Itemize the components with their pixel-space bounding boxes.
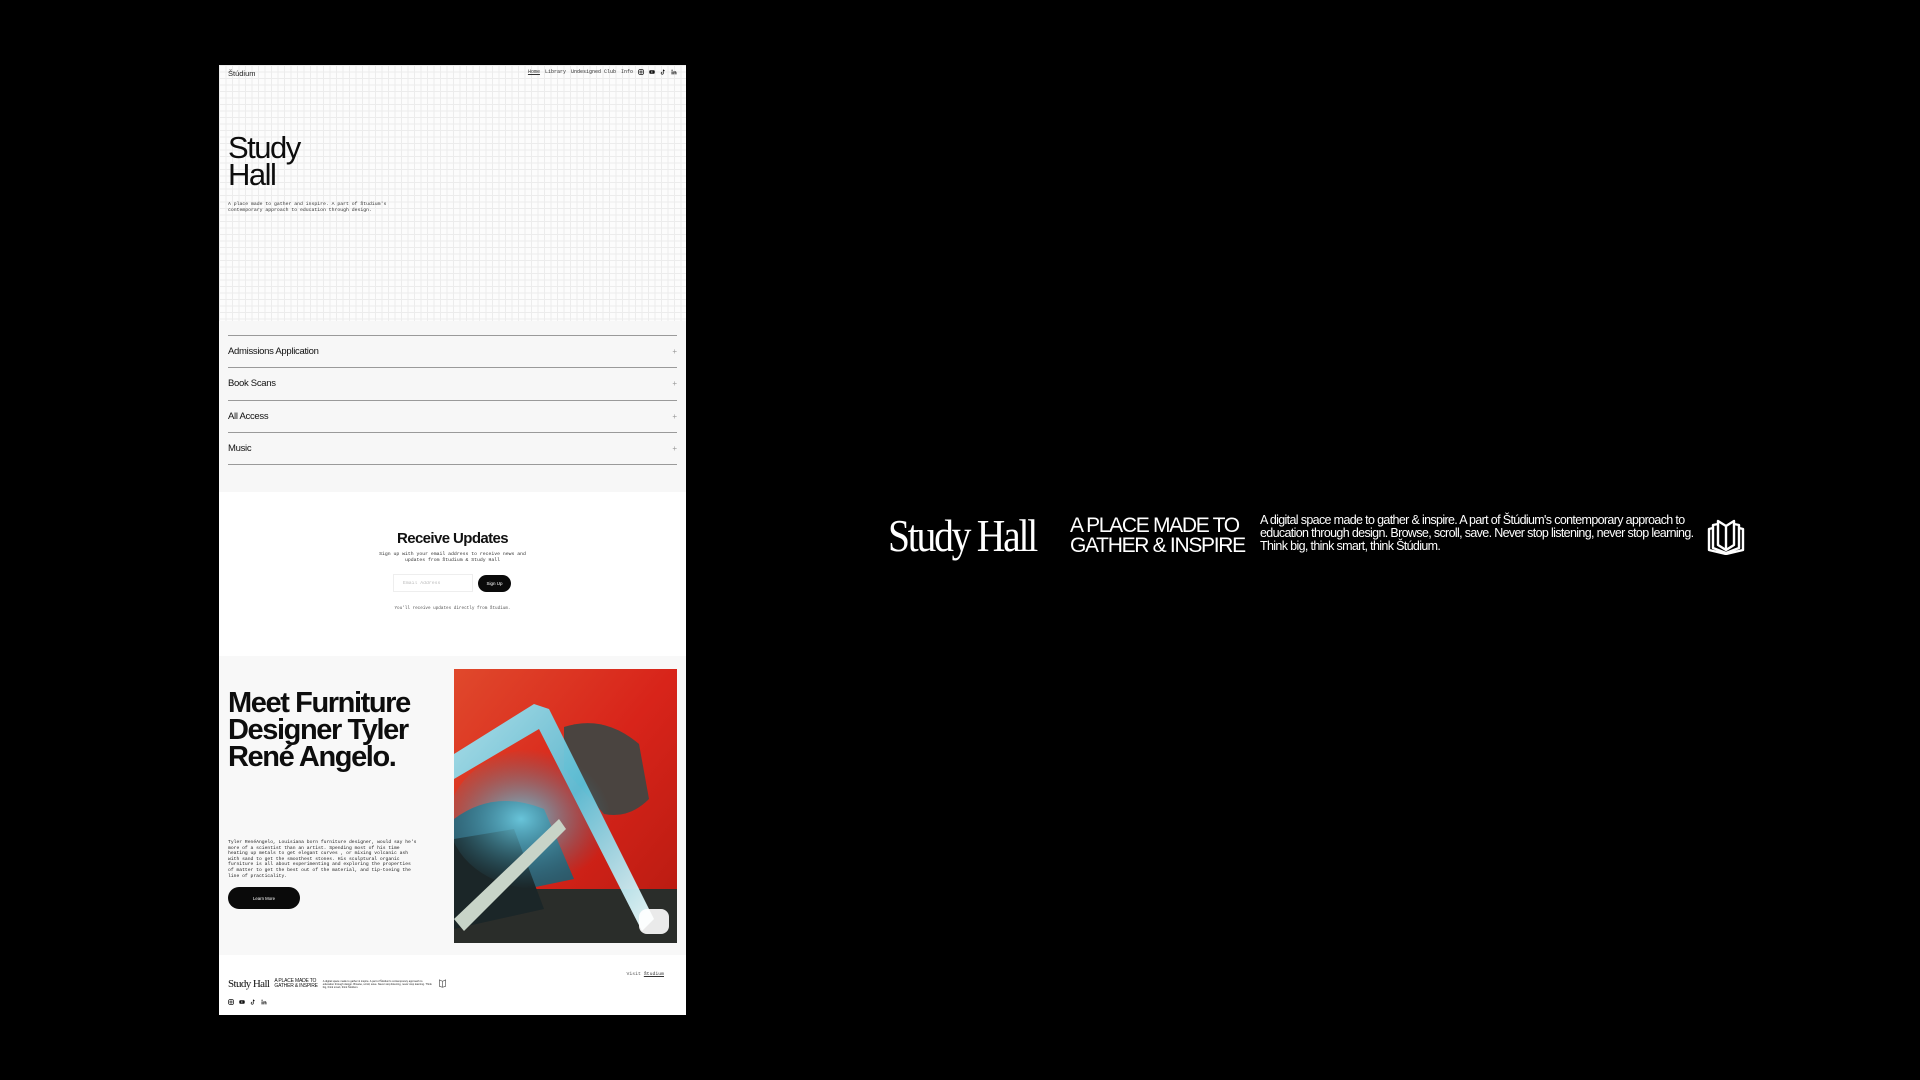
linkedin-icon[interactable] [671, 69, 677, 75]
tiktok-icon[interactable] [660, 69, 666, 75]
open-book-icon [1706, 517, 1746, 556]
accordion-label: Book Scans [228, 378, 276, 389]
accordion-label: Music [228, 443, 252, 454]
newsletter-section: Receive Updates Sign up with your email … [219, 492, 686, 656]
footer-social-links [228, 999, 267, 1005]
youtube-icon[interactable] [239, 999, 245, 1005]
hero-subtitle: A place made to gather and inspire. A pa… [228, 202, 387, 213]
visit-studium: Visit Študium [627, 972, 664, 977]
open-book-icon [438, 975, 447, 993]
accordion-item-book-scans[interactable]: Book Scans + [228, 367, 677, 399]
banner-description: A digital space made to gather & inspire… [1260, 513, 1694, 553]
banner-tagline-line2: GATHER & INSPIRE [1070, 534, 1246, 557]
feature-section: Meet Furniture Designer Tyler René Angel… [219, 656, 686, 955]
email-input[interactable] [393, 574, 473, 592]
accordion-divider [228, 464, 677, 465]
hero-section: Štúdium Home Library Undesigned Club Inf… [219, 65, 686, 321]
banner-tagline: A PLACE MADE TO GATHER & INSPIRE [1070, 515, 1246, 557]
plus-icon[interactable]: + [672, 444, 677, 453]
accordion-label: All Access [228, 411, 269, 422]
feature-body: Tyler RenéAngelo, Louisiana born furnitu… [228, 840, 417, 879]
nav-info[interactable]: Info [621, 69, 633, 75]
instagram-icon[interactable] [228, 999, 234, 1005]
plus-icon[interactable]: + [672, 347, 677, 356]
instagram-icon[interactable] [638, 69, 644, 75]
nav-home[interactable]: Home [528, 69, 540, 75]
accordion-item-music[interactable]: Music + [228, 432, 677, 464]
accordion-item-admissions[interactable]: Admissions Application + [228, 335, 677, 367]
nav-undesigned-club[interactable]: Undesigned Club [571, 69, 616, 75]
accordion-section: Admissions Application + Book Scans + Al… [219, 321, 686, 492]
plus-icon[interactable]: + [672, 379, 677, 388]
banner-wordmark: Study Hall [888, 510, 1038, 561]
newsletter-note: You'll receive updates directly from Štu… [394, 606, 511, 611]
accordion-item-all-access[interactable]: All Access + [228, 400, 677, 432]
youtube-icon[interactable] [649, 69, 655, 75]
feature-title: Meet Furniture Designer Tyler René Angel… [228, 687, 411, 773]
website-page-preview: Štúdium Home Library Undesigned Club Inf… [219, 65, 686, 1015]
visit-prefix: Visit [626, 972, 641, 977]
newsletter-title: Receive Updates [396, 530, 509, 547]
brand-banner: Study Hall A PLACE MADE TO GATHER & INSP… [888, 512, 1748, 562]
accordion-label: Admissions Application [228, 346, 319, 357]
feature-image [454, 669, 677, 943]
footer-tagline-line2: GATHER & INSPIRE [274, 983, 318, 989]
footer-wordmark: Study Hall [228, 978, 270, 990]
footer-description: A digital space made to gather & inspire… [322, 979, 432, 989]
site-logo[interactable]: Štúdium [228, 69, 256, 78]
main-nav: Home Library Undesigned Club Info [528, 69, 677, 75]
hero-title-line2: Hall [228, 157, 277, 192]
tiktok-icon[interactable] [250, 999, 256, 1005]
footer-brand: Study Hall A PLACE MADE TO GATHER & INSP… [228, 975, 447, 993]
top-navigation-bar: Štúdium Home Library Undesigned Club Inf… [219, 65, 686, 81]
nav-library[interactable]: Library [545, 69, 566, 75]
visit-studium-link[interactable]: Študium [644, 972, 664, 977]
plus-icon[interactable]: + [672, 412, 677, 421]
learn-more-button[interactable]: Learn More [228, 887, 300, 909]
sign-up-button[interactable]: Sign Up [478, 575, 511, 592]
site-footer: Study Hall A PLACE MADE TO GATHER & INSP… [219, 955, 686, 1015]
hero-title: Study Hall [228, 132, 301, 190]
linkedin-icon[interactable] [261, 999, 267, 1005]
newsletter-subtitle: Sign up with your email address to recei… [379, 552, 526, 563]
footer-tagline: A PLACE MADE TO GATHER & INSPIRE [274, 979, 318, 989]
